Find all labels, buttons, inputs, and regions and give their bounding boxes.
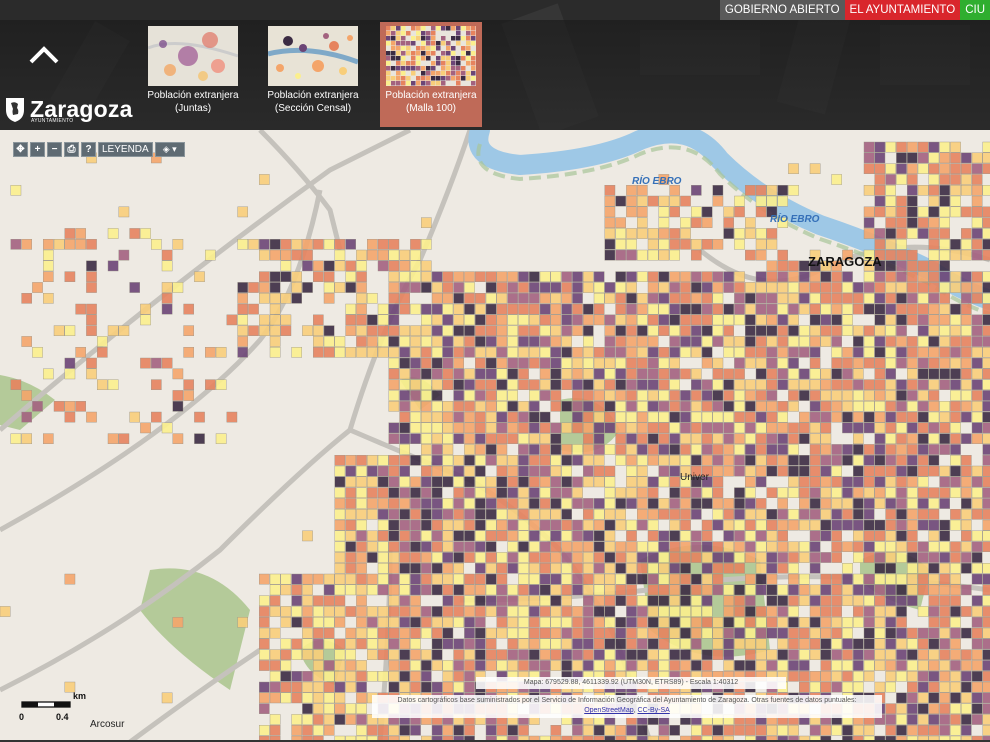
cc-by-sa-link[interactable]: CC-By-SA (638, 707, 670, 714)
collapse-header-button[interactable] (22, 40, 66, 74)
map-toolbar: ✥ + − ⎙ ? LEYENDA ◈ ▾ (13, 142, 185, 157)
nav-gobierno-abierto[interactable]: GOBIERNO ABIERTO (719, 0, 845, 20)
map-canvas[interactable]: ZARAGOZA RÍO EBRO RÍO EBRO Univer Arcosur (0, 130, 990, 742)
nav-el-ayuntamiento[interactable]: EL AYUNTAMIENTO (844, 0, 961, 20)
help-icon[interactable]: ? (81, 142, 96, 157)
nav-ciudad[interactable]: CIU (960, 0, 990, 20)
zaragoza-logo[interactable]: Zaragoza AYUNTAMIENTO (3, 95, 133, 124)
osm-link[interactable]: OpenStreetMap (584, 707, 633, 714)
layers-switcher-button[interactable]: ◈ ▾ (154, 142, 185, 157)
layer-juntas-subtitle: (Juntas) (174, 103, 212, 114)
map-svg[interactable]: ZARAGOZARÍO EBRORÍO EBROUniverArcosur (0, 130, 990, 742)
attribution: Datos cartográficos base suministrados p… (372, 695, 882, 718)
scale-unit: km (73, 691, 86, 701)
print-icon[interactable]: ⎙ (64, 142, 79, 157)
layer-malla-100-thumbnail (386, 26, 476, 86)
layer-juntas-title: Población extranjera (147, 90, 239, 101)
layer-seccion-censal-title: Población extranjera (267, 90, 359, 101)
zoom-in-icon[interactable]: + (30, 142, 45, 157)
logo-subtext: AYUNTAMIENTO (31, 118, 74, 124)
layer-malla-100-title: Población extranjera (385, 90, 477, 101)
map-label-river: RÍO EBRO (770, 212, 820, 225)
lion-shield-icon (6, 98, 24, 122)
attribution-text: Datos cartográficos base suministrados p… (397, 697, 857, 704)
layer-malla-100[interactable]: Población extranjera (Malla 100) (380, 22, 482, 127)
top-navigation: GOBIERNO ABIERTO EL AYUNTAMIENTO CIU (719, 0, 990, 20)
scale-bar: km 0 0.4 (18, 690, 98, 724)
layers-icon: ◈ (162, 144, 170, 154)
coordinates-readout: Mapa: 679529.88, 4611339.92 (UTM30N, ETR… (476, 677, 786, 689)
layer-juntas[interactable]: Población extranjera (Juntas) (142, 22, 244, 127)
scale-tick-1: 0.4 (56, 712, 69, 722)
map-label-place: Univer (680, 472, 710, 483)
chevron-down-icon: ▾ (172, 144, 177, 154)
scale-tick-0: 0 (19, 712, 24, 722)
map-label-river: RÍO EBRO (632, 174, 682, 187)
layer-seccion-censal-subtitle: (Sección Censal) (274, 103, 352, 114)
layer-malla-100-subtitle: (Malla 100) (405, 103, 457, 114)
legend-button[interactable]: LEYENDA (98, 142, 153, 157)
layer-juntas-thumbnail (148, 26, 238, 86)
zoom-out-icon[interactable]: − (47, 142, 62, 157)
map-label-city: ZARAGOZA (808, 254, 882, 269)
pan-icon[interactable]: ✥ (13, 142, 28, 157)
layer-seccion-censal[interactable]: Población extranjera (Sección Censal) (262, 22, 364, 127)
chevron-up-icon (29, 46, 59, 64)
layer-seccion-censal-thumbnail (268, 26, 358, 86)
